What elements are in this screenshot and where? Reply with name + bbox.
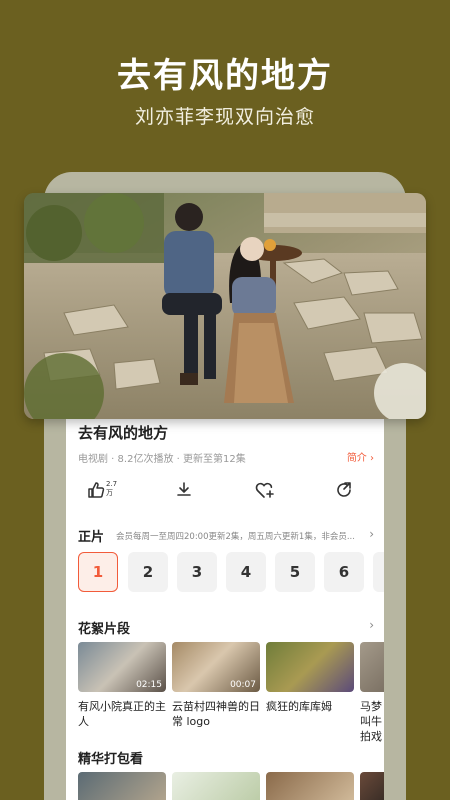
clip-caption: 马梦叫牛拍戏 xyxy=(360,700,382,743)
highlights-section-title: 精华打包看 xyxy=(78,752,144,767)
clip-card[interactable]: 02:15 有风小院真正的主人 xyxy=(78,642,166,729)
app-screen: 去有风的地方 电视剧 · 8.2亿次播放 · 更新至第12集 简介 › 2.7万 xyxy=(66,400,384,800)
episode-list: 1 2 3 4 5 6 xyxy=(78,552,384,592)
add-favorite-icon xyxy=(255,482,274,498)
show-title: 去有风的地方 xyxy=(78,424,169,442)
episode-button[interactable]: 4 xyxy=(226,552,266,592)
action-bar: 2.7万 xyxy=(66,480,384,510)
share-button[interactable] xyxy=(334,480,364,508)
episodes-update-note: 会员每周一至周四20:00更新2集，周五周六更新1集，非会员... xyxy=(116,532,355,542)
highlight-thumbnail[interactable] xyxy=(78,772,166,800)
highlight-thumbnail[interactable] xyxy=(360,772,384,800)
episode-button[interactable]: 3 xyxy=(177,552,217,592)
add-favorite-button[interactable] xyxy=(254,480,284,508)
promo-title: 去有风的地方 xyxy=(117,56,333,96)
clip-thumbnail: 02:15 xyxy=(78,642,166,692)
episode-button-partial[interactable] xyxy=(373,552,384,592)
episodes-section-title: 正片 xyxy=(78,530,105,545)
share-icon xyxy=(337,482,351,497)
thumbs-up-icon xyxy=(88,482,105,498)
clip-caption: 疯狂的库库姆 xyxy=(266,700,332,713)
episode-button[interactable]: 1 xyxy=(78,552,118,592)
clip-card[interactable]: 马梦叫牛拍戏 xyxy=(360,642,384,744)
clip-list: 02:15 有风小院真正的主人 00:07 云苗村四神兽的日常 logo 疯狂的… xyxy=(78,642,384,743)
clip-caption: 有风小院真正的主人 xyxy=(78,700,166,728)
promo-subtitle: 刘亦菲李现双向治愈 xyxy=(134,106,315,128)
clips-more-chevron[interactable]: › xyxy=(369,618,374,632)
episode-button[interactable]: 6 xyxy=(324,552,364,592)
highlight-list xyxy=(78,772,384,800)
clip-duration: 02:15 xyxy=(136,680,162,690)
download-icon xyxy=(177,482,191,496)
episodes-more-chevron[interactable]: › xyxy=(369,527,374,541)
clip-thumbnail xyxy=(360,642,384,692)
like-count: 2.7万 xyxy=(106,480,118,497)
clips-section-title: 花絮片段 xyxy=(78,622,131,637)
highlight-thumbnail[interactable] xyxy=(172,772,260,800)
hero-poster[interactable] xyxy=(24,193,426,419)
hero-image xyxy=(24,193,426,419)
clip-card[interactable]: 00:07 云苗村四神兽的日常 logo xyxy=(172,642,260,729)
show-meta: 电视剧 · 8.2亿次播放 · 更新至第12集 xyxy=(78,454,246,465)
clip-card[interactable]: 疯狂的库库姆 xyxy=(266,642,354,714)
download-button[interactable] xyxy=(174,480,204,508)
clip-thumbnail: 00:07 xyxy=(172,642,260,692)
clip-caption: 云苗村四神兽的日常 logo xyxy=(172,700,260,728)
episode-button[interactable]: 5 xyxy=(275,552,315,592)
highlight-thumbnail[interactable] xyxy=(266,772,354,800)
intro-link[interactable]: 简介 › xyxy=(347,449,374,464)
clip-duration: 00:07 xyxy=(230,680,256,690)
clip-thumbnail xyxy=(266,642,354,692)
like-button[interactable]: 2.7万 xyxy=(86,480,118,508)
episode-button[interactable]: 2 xyxy=(128,552,168,592)
